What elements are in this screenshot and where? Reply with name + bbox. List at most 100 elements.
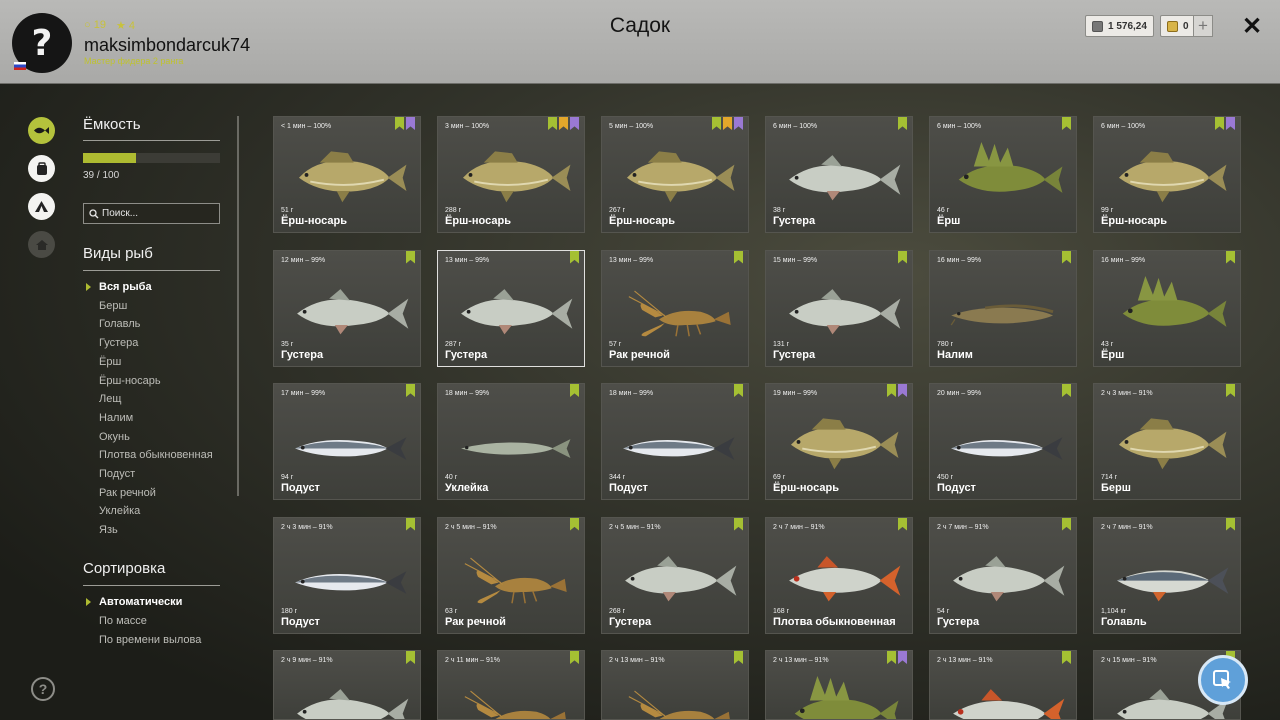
flag-icon	[14, 62, 26, 70]
fish-card[interactable]: 6 мин – 100% 38 г Густера	[765, 116, 913, 233]
zander-fish-icon	[298, 151, 407, 203]
species-item[interactable]: Окунь	[99, 431, 130, 443]
fish-name: Голавль	[1101, 615, 1147, 628]
fish-card[interactable]: 19 мин – 99% 69 г Ёрш-носарь	[765, 383, 913, 500]
fish-card[interactable]: 6 мин – 100% 46 г Ёрш	[929, 116, 1077, 233]
catch-time: 2 ч 3 мин – 91%	[281, 523, 333, 531]
catch-time: 2 ч 7 мин – 91%	[1101, 523, 1153, 531]
fish-card[interactable]: 12 мин – 99% 35 г Густера	[273, 249, 421, 367]
bookmark-badge-icon	[570, 250, 579, 264]
badges	[570, 651, 579, 664]
fish-card[interactable]: 16 мин – 99% 43 г Ёрш	[1093, 249, 1241, 367]
bookmark-badge-icon	[734, 517, 743, 531]
cursor-mode-button[interactable]	[1198, 655, 1248, 705]
species-item[interactable]: Подуст	[99, 468, 135, 480]
species-item[interactable]: Плотва обыкновенная	[99, 449, 213, 461]
fish-card[interactable]: 2 ч 13 мин – 91%	[601, 650, 749, 720]
species-item[interactable]: Вся рыба	[99, 281, 152, 293]
bream-fish-icon	[953, 555, 1065, 601]
bookmark-badge-icon	[1226, 250, 1235, 264]
species-item[interactable]: Ёрш	[99, 356, 121, 368]
species-item[interactable]: Уклейка	[99, 505, 140, 517]
fish-card[interactable]: 2 ч 13 мин – 91%	[929, 650, 1077, 720]
fish-card[interactable]: 13 мин – 99% 57 г Рак речной	[601, 249, 749, 367]
fish-card[interactable]: 2 ч 3 мин – 91% 180 г Подуст	[273, 516, 421, 634]
sort-item[interactable]: Автоматически	[99, 596, 182, 608]
species-item[interactable]: Берш	[99, 300, 127, 312]
backpack-icon[interactable]	[28, 155, 55, 182]
fish-card[interactable]: 17 мин – 99% 94 г Подуст	[273, 383, 421, 500]
fish-card[interactable]: 2 ч 13 мин – 91%	[765, 650, 913, 720]
catch-time: 5 мин – 100%	[609, 123, 654, 130]
fish-card[interactable]: 18 мин – 99% 40 г Уклейка	[437, 383, 585, 500]
fish-card[interactable]: 3 мин – 100% 288 г Ёрш-носарь	[437, 116, 585, 233]
fish-card[interactable]: 2 ч 5 мин – 91% 268 г Густера	[601, 516, 749, 634]
divider	[83, 270, 220, 271]
bookmark-badge-icon	[887, 651, 896, 664]
crayfish-fish-icon	[628, 690, 730, 719]
badges	[898, 517, 907, 531]
fish-name: Берш	[1101, 482, 1131, 494]
search-placeholder: Поиск...	[102, 208, 139, 219]
bookmark-badge-icon	[723, 117, 732, 130]
fish-card[interactable]: 18 мин – 99% 344 г Подуст	[601, 383, 749, 500]
species-item[interactable]: Ёрш-носарь	[99, 375, 161, 387]
fish-card[interactable]: 2 ч 7 мин – 91% 54 г Густера	[929, 516, 1077, 634]
keepnet-tab-icon[interactable]	[28, 117, 55, 144]
fish-card[interactable]: 16 мин – 99% 780 г Налим	[929, 249, 1077, 367]
fish-card[interactable]: 2 ч 9 мин – 91%	[273, 650, 421, 720]
catch-time: 2 ч 7 мин – 91%	[773, 523, 825, 531]
fish-weight: 63 г	[445, 607, 458, 615]
fish-name: Густера	[773, 348, 816, 361]
fish-card[interactable]: 6 мин – 100% 99 г Ёрш-носарь	[1093, 116, 1241, 233]
badges	[898, 250, 907, 264]
chub-fish-icon	[1117, 566, 1229, 601]
badges	[570, 517, 579, 531]
badges	[1215, 117, 1235, 130]
bookmark-badge-icon	[559, 117, 568, 130]
catch-time: 16 мин – 99%	[937, 256, 982, 264]
species-item[interactable]: Голавль	[99, 318, 140, 330]
search-input[interactable]: Поиск...	[83, 203, 220, 224]
catch-time: 6 мин – 100%	[773, 123, 818, 130]
fish-card[interactable]: 2 ч 7 мин – 91% 168 г Плотва обыкновенная	[765, 516, 913, 634]
fish-weight: 180 г	[281, 607, 298, 615]
fish-card[interactable]: 2 ч 5 мин – 91% 63 г Рак речной	[437, 516, 585, 634]
add-currency-button[interactable]: +	[1193, 15, 1213, 37]
fish-card[interactable]: 5 мин – 100% 267 г Ёрш-носарь	[601, 116, 749, 233]
sort-item[interactable]: По времени вылова	[99, 634, 201, 646]
scrollbar[interactable]	[237, 116, 239, 496]
slim-fish-icon	[295, 570, 407, 594]
fish-card[interactable]: 20 мин – 99% 450 г Подуст	[929, 383, 1077, 500]
fish-card[interactable]: 2 ч 11 мин – 91%	[437, 650, 585, 720]
camp-tent-icon[interactable]	[28, 193, 55, 220]
fish-card[interactable]: < 1 мин – 100% 51 г Ёрш-носарь	[273, 116, 421, 233]
fish-name: Густера	[773, 215, 816, 227]
fish-name: Ёрш-носарь	[609, 215, 675, 227]
home-icon	[28, 231, 55, 258]
bookmark-badge-icon	[406, 384, 415, 397]
fish-card[interactable]: 15 мин – 99% 131 г Густера	[765, 249, 913, 367]
catch-time: 2 ч 11 мин – 91%	[445, 657, 501, 664]
sort-item[interactable]: По массе	[99, 615, 147, 627]
fish-card[interactable]: 2 ч 7 мин – 91% 1,104 кг Голавль	[1093, 516, 1241, 634]
help-icon[interactable]: ?	[31, 677, 55, 701]
species-item[interactable]: Густера	[99, 337, 138, 349]
species-item[interactable]: Рак речной	[99, 487, 156, 499]
species-item[interactable]: Налим	[99, 412, 133, 424]
badges	[734, 517, 743, 531]
fish-weight: 43 г	[1101, 340, 1114, 348]
close-button[interactable]: ✕	[1242, 12, 1262, 41]
fish-name: Рак речной	[609, 348, 670, 361]
badges	[898, 117, 907, 130]
catch-time: 12 мин – 99%	[281, 256, 326, 264]
fish-weight: 38 г	[773, 207, 786, 214]
species-item[interactable]: Лещ	[99, 393, 121, 405]
species-item[interactable]: Язь	[99, 524, 118, 536]
fish-weight: 344 г	[609, 474, 626, 481]
bookmark-badge-icon	[898, 651, 907, 664]
fish-name: Густера	[609, 615, 652, 628]
fish-card[interactable]: 2 ч 3 мин – 91% 714 г Берш	[1093, 383, 1241, 500]
fish-card[interactable]: 13 мин – 99% 287 г Густера	[437, 249, 585, 367]
catch-time: 2 ч 13 мин – 91%	[937, 657, 993, 664]
